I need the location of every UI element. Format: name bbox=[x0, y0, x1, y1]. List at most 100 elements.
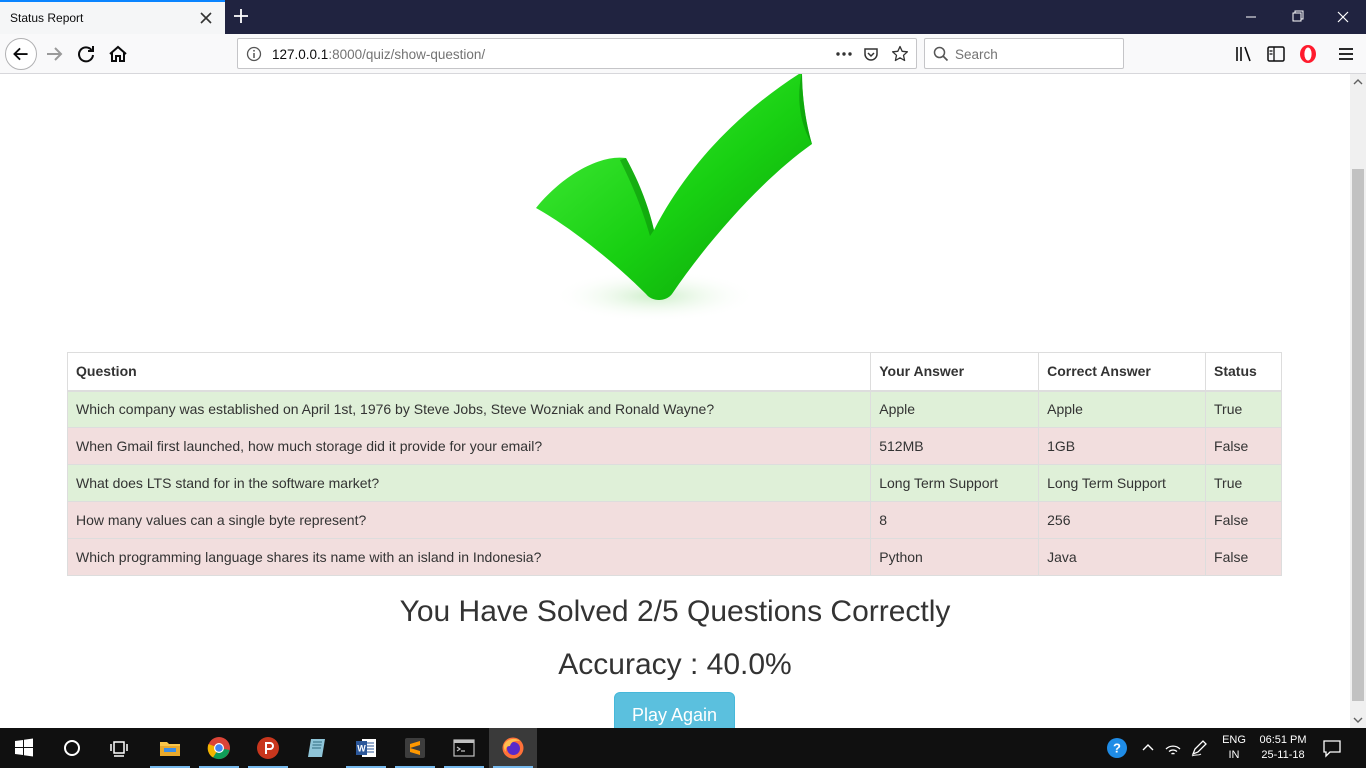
your-answer-cell: Apple bbox=[870, 390, 1040, 428]
status-cell: True bbox=[1205, 390, 1282, 428]
close-window-icon[interactable] bbox=[1320, 6, 1366, 28]
hamburger-menu-icon[interactable] bbox=[1336, 45, 1356, 63]
correct-answer-cell: Apple bbox=[1038, 390, 1207, 428]
your-answer-cell: 512MB bbox=[870, 427, 1040, 465]
clock-time: 06:51 PM bbox=[1259, 734, 1307, 746]
taskbar-psiphon[interactable] bbox=[244, 728, 292, 768]
table-header-row: Question Your Answer Correct Answer Stat… bbox=[66, 352, 1282, 392]
status-cell: True bbox=[1205, 464, 1282, 502]
url-text[interactable]: 127.0.0.1:8000/quiz/show-question/ bbox=[272, 47, 485, 62]
back-arrow-icon[interactable] bbox=[5, 38, 37, 70]
forward-arrow-icon[interactable] bbox=[40, 39, 70, 69]
status-cell: False bbox=[1205, 501, 1282, 539]
question-cell: How many values can a single byte repres… bbox=[66, 501, 872, 539]
your-answer-cell: 8 bbox=[870, 501, 1040, 539]
terminal-icon bbox=[453, 739, 475, 757]
task-view-button[interactable] bbox=[96, 728, 144, 768]
psiphon-icon bbox=[257, 737, 279, 759]
help-icon[interactable]: ? bbox=[1106, 737, 1128, 759]
wifi-icon[interactable] bbox=[1164, 739, 1182, 757]
results-table: Question Your Answer Correct Answer Stat… bbox=[66, 352, 1282, 576]
correct-answer-cell: Java bbox=[1038, 538, 1207, 576]
navigation-bar: 127.0.0.1:8000/quiz/show-question/ bbox=[0, 34, 1366, 74]
taskbar-file-explorer[interactable] bbox=[146, 728, 194, 768]
sidebar-icon[interactable] bbox=[1266, 45, 1286, 63]
scrollbar-thumb[interactable] bbox=[1352, 169, 1364, 701]
clock-date: 25-11-18 bbox=[1261, 749, 1305, 761]
search-bar[interactable] bbox=[924, 38, 1124, 69]
taskbar-firefox[interactable] bbox=[489, 728, 537, 768]
accuracy-text: Accuracy : 40.0% bbox=[558, 648, 792, 681]
language-code: ENG bbox=[1222, 734, 1246, 746]
correct-answer-cell: 1GB bbox=[1038, 427, 1207, 465]
green-checkmark-image bbox=[536, 74, 812, 322]
address-bar[interactable]: 127.0.0.1:8000/quiz/show-question/ bbox=[237, 38, 917, 69]
score-summary: You Have Solved 2/5 Questions Correctly bbox=[399, 595, 951, 628]
question-cell: Which company was established on April 1… bbox=[66, 390, 872, 428]
correct-answer-cell: Long Term Support bbox=[1038, 464, 1207, 502]
action-center-icon[interactable] bbox=[1322, 738, 1342, 758]
table-row: How many values can a single byte repres… bbox=[66, 501, 1282, 539]
your-answer-cell: Python bbox=[870, 538, 1040, 576]
system-clock[interactable]: 06:51 PM 25-11-18 bbox=[1252, 733, 1314, 763]
table-row: When Gmail first launched, how much stor… bbox=[66, 427, 1282, 465]
correct-answer-cell: 256 bbox=[1038, 501, 1207, 539]
header-status: Status bbox=[1205, 352, 1282, 392]
tab-strip: Status Report bbox=[0, 0, 1366, 34]
taskbar-sublime-text[interactable] bbox=[391, 728, 439, 768]
windows-logo-icon bbox=[15, 738, 33, 757]
folder-icon bbox=[160, 742, 180, 756]
region-code: IN bbox=[1228, 749, 1240, 761]
question-cell: Which programming language shares its na… bbox=[66, 538, 872, 576]
chevron-up-icon[interactable] bbox=[1140, 740, 1156, 756]
info-icon[interactable] bbox=[246, 46, 262, 62]
page-content: Question Your Answer Correct Answer Stat… bbox=[0, 74, 1350, 728]
cortana-circle-icon bbox=[64, 740, 80, 756]
bookmark-star-icon[interactable] bbox=[891, 45, 909, 63]
header-your-answer: Your Answer bbox=[870, 352, 1040, 392]
task-view-icon bbox=[110, 741, 128, 757]
new-tab-icon[interactable] bbox=[231, 6, 251, 26]
restore-icon[interactable] bbox=[1274, 6, 1320, 28]
opera-vpn-icon[interactable] bbox=[1298, 44, 1318, 64]
search-input[interactable] bbox=[955, 44, 1115, 64]
start-button[interactable] bbox=[0, 728, 48, 768]
taskbar-command-prompt[interactable] bbox=[440, 728, 488, 768]
word-icon: W bbox=[356, 739, 376, 757]
pen-workspace-icon[interactable] bbox=[1190, 739, 1208, 757]
language-indicator[interactable]: ENG IN bbox=[1214, 733, 1254, 763]
svg-text:W: W bbox=[357, 744, 366, 754]
your-answer-cell: Long Term Support bbox=[870, 464, 1040, 502]
library-icon[interactable] bbox=[1234, 45, 1254, 63]
taskbar-notes-app[interactable] bbox=[293, 728, 341, 768]
page-actions-icon[interactable] bbox=[834, 46, 854, 62]
sublime-text-icon bbox=[405, 738, 425, 758]
question-cell: What does LTS stand for in the software … bbox=[66, 464, 872, 502]
pocket-icon[interactable] bbox=[863, 46, 879, 62]
notes-app-icon bbox=[308, 739, 325, 757]
scroll-up-arrow-icon[interactable] bbox=[1350, 74, 1366, 91]
home-icon[interactable] bbox=[103, 39, 133, 69]
tab-title: Status Report bbox=[10, 11, 84, 25]
taskbar-word[interactable]: W bbox=[342, 728, 390, 768]
windows-taskbar: W ? ENG IN 06:51 PM 25-11-18 bbox=[0, 728, 1366, 768]
header-correct-answer: Correct Answer bbox=[1038, 352, 1207, 392]
chrome-icon bbox=[207, 737, 230, 760]
scroll-down-arrow-icon[interactable] bbox=[1350, 711, 1366, 728]
vertical-scrollbar[interactable] bbox=[1350, 74, 1366, 728]
status-cell: False bbox=[1205, 427, 1282, 465]
cortana-button[interactable] bbox=[48, 728, 96, 768]
tab-status-report[interactable]: Status Report bbox=[0, 0, 225, 34]
play-again-button[interactable]: Play Again bbox=[614, 692, 735, 728]
header-question: Question bbox=[66, 352, 872, 392]
search-icon bbox=[933, 46, 949, 62]
table-row: Which programming language shares its na… bbox=[66, 538, 1282, 576]
minimize-icon[interactable] bbox=[1228, 6, 1274, 28]
close-tab-icon[interactable] bbox=[198, 10, 214, 26]
table-row: Which company was established on April 1… bbox=[66, 390, 1282, 428]
question-cell: When Gmail first launched, how much stor… bbox=[66, 427, 872, 465]
url-host: 127.0.0.1 bbox=[272, 47, 329, 62]
status-cell: False bbox=[1205, 538, 1282, 576]
reload-icon[interactable] bbox=[71, 39, 101, 69]
taskbar-chrome[interactable] bbox=[195, 728, 243, 768]
